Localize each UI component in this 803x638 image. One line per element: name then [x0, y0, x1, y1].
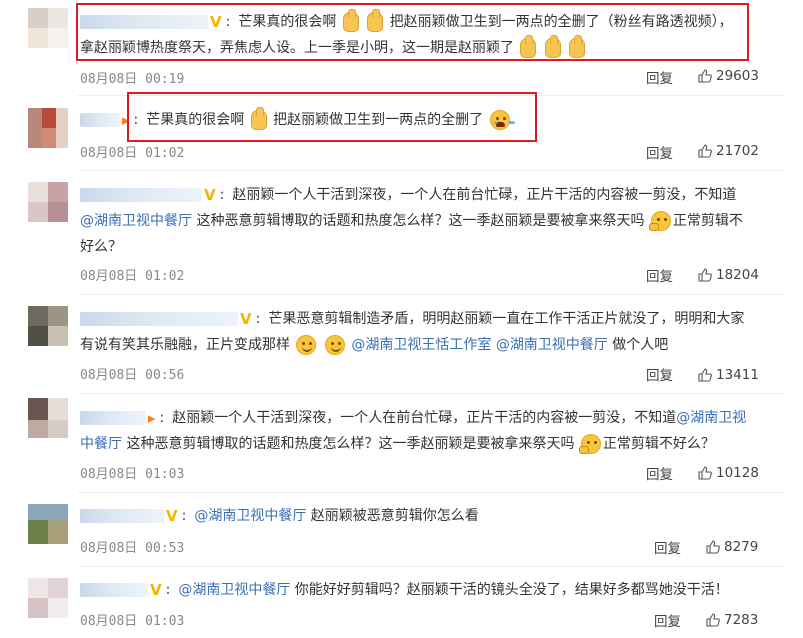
comment-text: V: @湖南卫视中餐厅 你能好好剪辑吗？赵丽颖干活的镜头全没了，结果好多都骂她没干… [80, 577, 773, 603]
thinking-emoji [578, 434, 601, 454]
thumbs-up-outline-icon [706, 540, 720, 554]
thumbs-up-outline-icon [698, 144, 712, 158]
like-button[interactable]: 13411 [698, 367, 759, 383]
username-blurred[interactable] [80, 188, 202, 202]
timestamp: 08月08日 01:03 [80, 467, 185, 482]
reply-button[interactable]: 回复 [646, 364, 673, 384]
comment-text: V: 芒果恶意剪辑制造矛盾，明明赵丽颖一直在工作干活正片就没了，明明和大家 有说有… [80, 306, 773, 358]
smile-emoji [296, 335, 317, 355]
reply-button[interactable]: 回复 [654, 610, 681, 630]
avatar[interactable] [28, 8, 68, 48]
highlight-box [127, 92, 537, 142]
v-badge-icon: V [204, 186, 216, 204]
comment-text: V: @湖南卫视中餐厅 赵丽颖被恶意剪辑你怎么看 [80, 503, 773, 529]
like-button[interactable]: 7283 [706, 612, 758, 628]
reply-button[interactable]: 回复 [646, 67, 673, 87]
divider [78, 492, 783, 493]
thumbs-up-outline-icon [698, 268, 712, 282]
thumbs-up-outline-icon [698, 466, 712, 480]
avatar[interactable] [28, 108, 68, 148]
v-badge-icon: ▸ [148, 409, 156, 427]
reply-button[interactable]: 回复 [654, 537, 681, 557]
avatar[interactable] [28, 578, 68, 618]
divider [78, 566, 783, 567]
timestamp: 08月08日 01:02 [80, 269, 185, 284]
v-badge-icon: V [166, 507, 178, 525]
mention-link[interactable]: @湖南卫视王恬工作室 [351, 337, 491, 353]
comment-text: V: 赵丽颖一个人干活到深夜，一个人在前台忙碌，正片干活的内容被一剪没，不知道 @… [80, 182, 773, 260]
timestamp: 08月08日 00:19 [80, 72, 185, 87]
timestamp: 08月08日 00:56 [80, 368, 185, 383]
username-blurred[interactable] [80, 583, 148, 597]
mention-link[interactable]: @湖南卫视 [676, 410, 746, 426]
avatar[interactable] [28, 182, 68, 222]
mention-link[interactable]: @湖南卫视中餐厅 [496, 337, 608, 353]
timestamp: 08月08日 01:03 [80, 614, 185, 629]
avatar[interactable] [28, 398, 68, 438]
avatar[interactable] [28, 504, 68, 544]
divider [78, 393, 783, 394]
like-button[interactable]: 29603 [698, 68, 759, 84]
mention-link[interactable]: @湖南卫视中餐厅 [194, 508, 306, 524]
username-blurred[interactable] [80, 509, 164, 523]
like-button[interactable]: 18204 [698, 267, 759, 283]
reply-button[interactable]: 回复 [646, 463, 673, 483]
mention-link[interactable]: @湖南卫视中餐厅 [178, 582, 290, 598]
thumbs-up-outline-icon [698, 368, 712, 382]
username-blurred[interactable] [80, 312, 238, 326]
comment-text: ▸: 赵丽颖一个人干活到深夜，一个人在前台忙碌，正片干活的内容被一剪没，不知道@湖… [80, 405, 773, 457]
like-button[interactable]: 8279 [706, 539, 758, 555]
thumbs-up-outline-icon [698, 69, 712, 83]
thinking-emoji [648, 211, 671, 231]
highlight-box [76, 3, 749, 61]
timestamp: 08月08日 01:02 [80, 146, 185, 161]
divider [78, 294, 783, 295]
reply-button[interactable]: 回复 [646, 142, 673, 162]
v-badge-icon: V [150, 581, 162, 599]
username-blurred[interactable] [80, 411, 146, 425]
smile-emoji [324, 335, 345, 355]
mention-link[interactable]: @湖南卫视中餐厅 [80, 213, 192, 229]
mention-link[interactable]: 中餐厅 [80, 436, 122, 452]
like-button[interactable]: 10128 [698, 465, 759, 481]
username-blurred[interactable] [80, 113, 120, 127]
timestamp: 08月08日 00:53 [80, 541, 185, 556]
reply-button[interactable]: 回复 [646, 265, 673, 285]
avatar[interactable] [28, 306, 68, 346]
like-button[interactable]: 21702 [698, 143, 759, 159]
v-badge-icon: V [240, 310, 252, 328]
thumbs-up-outline-icon [706, 613, 720, 627]
divider [78, 170, 783, 171]
